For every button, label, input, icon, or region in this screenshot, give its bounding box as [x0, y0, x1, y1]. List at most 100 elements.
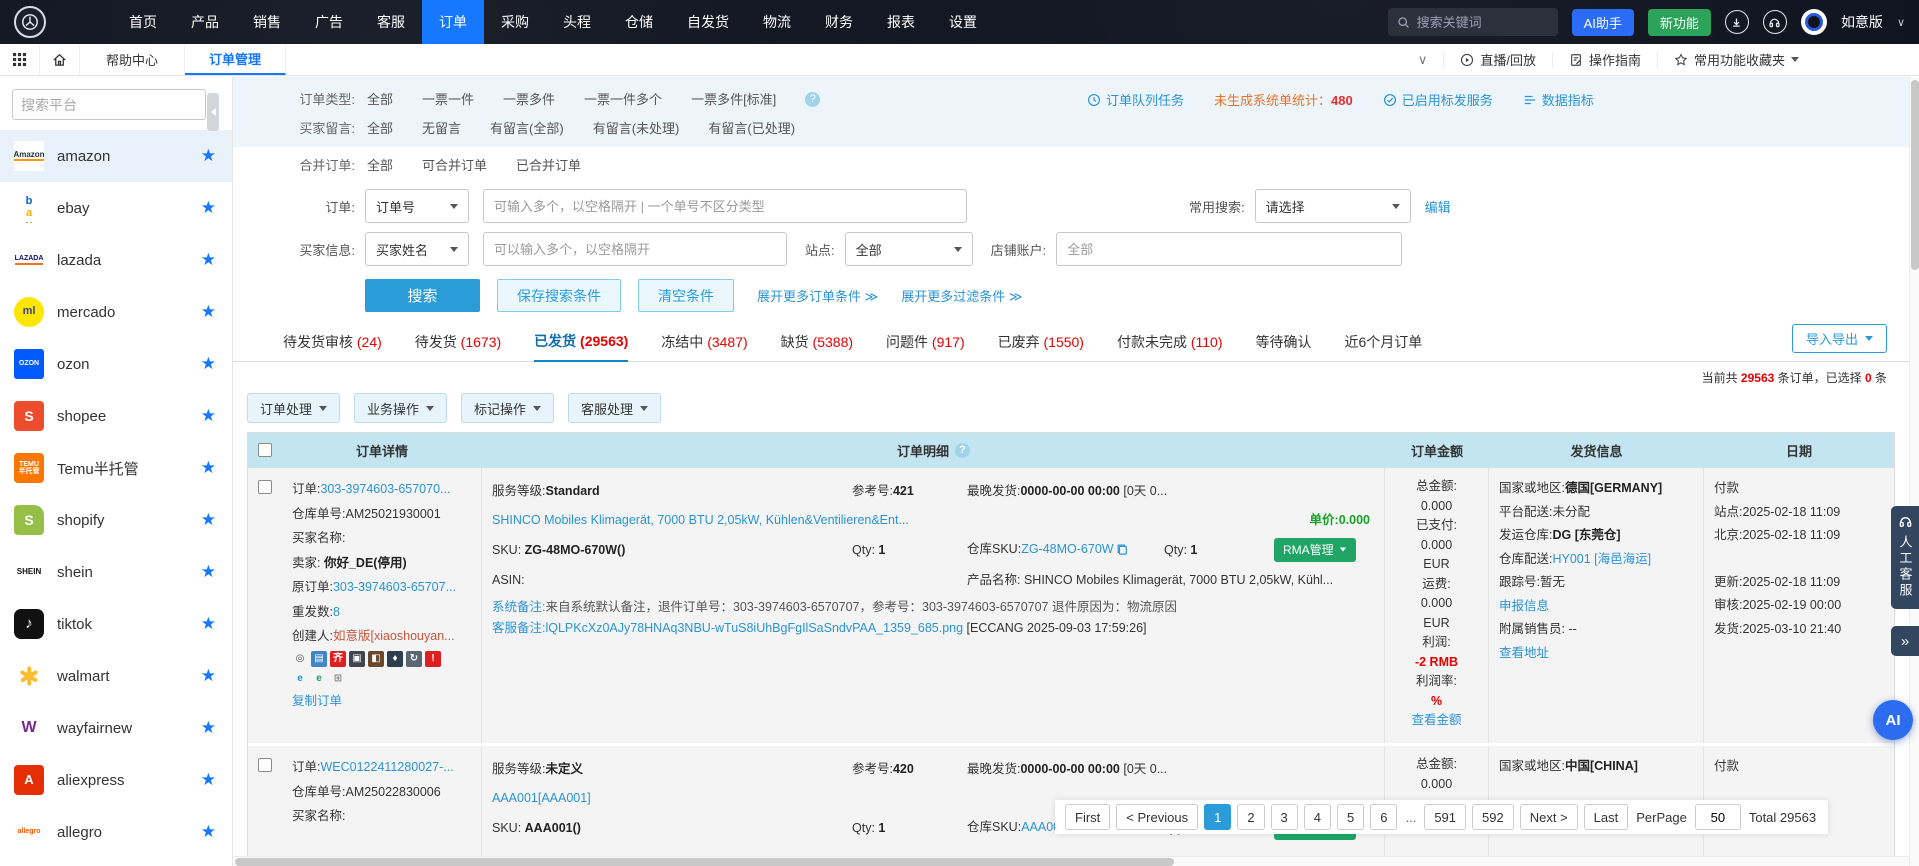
- warehouse-delivery-link[interactable]: HY001 [海邑海运]: [1552, 552, 1651, 566]
- buyer-field-select[interactable]: 买家姓名: [365, 232, 469, 266]
- rma-manage-button[interactable]: RMA管理: [1274, 538, 1356, 562]
- favorite-star-icon[interactable]: ★: [201, 510, 216, 530]
- status-tab-pending-ship[interactable]: 待发货 (1673): [415, 332, 501, 361]
- quick-search-select[interactable]: 请选择: [1255, 189, 1411, 223]
- vertical-scrollbar-thumb[interactable]: [1911, 80, 1919, 270]
- nav-item-sales[interactable]: 销售: [236, 0, 298, 44]
- e-green-icon[interactable]: e: [311, 671, 327, 687]
- favorite-star-icon[interactable]: ★: [201, 770, 216, 790]
- sidebar-item-shein[interactable]: SHEINshein★: [0, 546, 232, 598]
- filter-option[interactable]: 有留言(未处理): [593, 114, 680, 143]
- nav-item-logistics[interactable]: 物流: [746, 0, 808, 44]
- toolbar-business-op-button[interactable]: 业务操作: [354, 393, 447, 423]
- truck-icon[interactable]: ♦: [387, 651, 403, 667]
- sidebar-item-mercado[interactable]: mlmercado★: [0, 286, 232, 338]
- sidebar-item-lazada[interactable]: LAZADAlazada★: [0, 234, 232, 286]
- zoom-icon[interactable]: ◎: [292, 651, 308, 667]
- nav-item-purchase[interactable]: 采购: [484, 0, 546, 44]
- original-order-link[interactable]: 303-3974603-65707...: [333, 580, 456, 594]
- headset-icon[interactable]: [1763, 10, 1787, 34]
- status-tab-out-of-stock[interactable]: 缺货 (5388): [781, 332, 853, 361]
- attachment-link[interactable]: lQLPKcXz0AJy78HNAq3NBU-wTuS8iUhBgFgIlSaS…: [545, 621, 963, 635]
- nav-item-firstleg[interactable]: 头程: [546, 0, 608, 44]
- favorite-star-icon[interactable]: ★: [201, 666, 216, 686]
- order-number-type-select[interactable]: 订单号: [365, 189, 469, 223]
- sidebar-item-allegro[interactable]: allegroallegro★: [0, 806, 232, 858]
- gallery-icon[interactable]: ▤: [311, 651, 327, 667]
- status-tab-awaiting-confirm[interactable]: 等待确认: [1256, 332, 1312, 361]
- filter-option[interactable]: 已合并订单: [516, 151, 581, 180]
- import-export-button[interactable]: 导入导出: [1792, 324, 1887, 353]
- version-chevron-icon[interactable]: ∨: [1897, 16, 1905, 29]
- nav-item-selfship[interactable]: 自发货: [670, 0, 746, 44]
- status-tab-shipped[interactable]: 已发货 (29563): [534, 331, 628, 362]
- page-591-button[interactable]: 591: [1424, 804, 1466, 830]
- select-all-checkbox[interactable]: [258, 443, 272, 457]
- more-order-conditions-link[interactable]: 展开更多订单条件 ≫: [757, 286, 878, 305]
- sidebar-item-tiktok[interactable]: ♪tiktok★: [0, 598, 232, 650]
- favorite-star-icon[interactable]: ★: [201, 406, 216, 426]
- home-icon[interactable]: [40, 44, 80, 75]
- favorite-star-icon[interactable]: ★: [201, 562, 216, 582]
- page-2-button[interactable]: 2: [1237, 804, 1264, 830]
- ai-assistant-button[interactable]: AI助手: [1572, 9, 1634, 36]
- favorite-star-icon[interactable]: ★: [201, 146, 216, 166]
- page-5-button[interactable]: 5: [1337, 804, 1364, 830]
- filter-option[interactable]: 有留言(已处理): [708, 114, 795, 143]
- favorites-menu[interactable]: 常用功能收藏夹: [1657, 52, 1815, 68]
- package-icon[interactable]: ◧: [368, 651, 384, 667]
- copy-icon[interactable]: [1116, 537, 1128, 566]
- sidebar-item-walmart[interactable]: walmart★: [0, 650, 232, 702]
- refresh-icon[interactable]: ↻: [406, 651, 422, 667]
- nav-item-warehouse[interactable]: 仓储: [608, 0, 670, 44]
- filter-option[interactable]: 全部: [367, 114, 393, 143]
- page-592-button[interactable]: 592: [1472, 804, 1514, 830]
- sidebar-collapse-handle[interactable]: [207, 93, 219, 131]
- warehouse-sku-link[interactable]: ZG-48MO-670W: [1021, 542, 1113, 556]
- status-tab-frozen[interactable]: 冻结中 (3487): [661, 332, 747, 361]
- favorite-star-icon[interactable]: ★: [201, 250, 216, 270]
- sidebar-item-temu[interactable]: TEMU半托管Temu半托管★: [0, 442, 232, 494]
- favorite-star-icon[interactable]: ★: [201, 458, 216, 478]
- sidebar-item-ozon[interactable]: OZONozon★: [0, 338, 232, 390]
- filter-option[interactable]: 全部: [367, 85, 393, 114]
- data-metrics-link[interactable]: 数据指标: [1523, 90, 1594, 109]
- nav-item-settings[interactable]: 设置: [932, 0, 994, 44]
- toolbar-service-handle-button[interactable]: 客服处理: [568, 393, 661, 423]
- global-search-box[interactable]: [1388, 8, 1558, 36]
- filter-option[interactable]: 可合并订单: [422, 151, 487, 180]
- status-tab-discarded[interactable]: 已废弃 (1550): [998, 332, 1084, 361]
- order-queue-task-link[interactable]: 订单队列任务: [1087, 90, 1184, 109]
- platform-search-box[interactable]: [12, 89, 206, 120]
- product-title-link[interactable]: AAA001[AAA001]: [492, 791, 591, 805]
- horizontal-scrollbar[interactable]: [233, 856, 1909, 866]
- alert-icon[interactable]: !: [425, 651, 441, 667]
- hot-badge-icon[interactable]: 齐: [330, 651, 346, 667]
- filter-option[interactable]: 全部: [367, 151, 393, 180]
- collapse-chevron-icon[interactable]: ∨: [1402, 52, 1444, 68]
- per-page-input[interactable]: [1695, 804, 1741, 830]
- apps-grid-icon[interactable]: [0, 44, 40, 75]
- filter-option[interactable]: 一票多件: [503, 85, 555, 114]
- help-center-link[interactable]: 帮助中心: [80, 44, 185, 75]
- view-amount-link[interactable]: 查看金额: [1411, 713, 1461, 727]
- platform-search-input[interactable]: [21, 97, 202, 113]
- resend-count-link[interactable]: 8: [333, 605, 340, 619]
- page-6-button[interactable]: 6: [1370, 804, 1397, 830]
- expand-panel-tab[interactable]: »: [1891, 626, 1919, 656]
- status-tab-pending-review[interactable]: 待发货审核 (24): [283, 332, 382, 361]
- filter-option[interactable]: 一票一件: [422, 85, 474, 114]
- version-label[interactable]: 如意版: [1841, 12, 1883, 32]
- view-address-link[interactable]: 查看地址: [1499, 646, 1549, 660]
- page-4-button[interactable]: 4: [1304, 804, 1331, 830]
- favorite-star-icon[interactable]: ★: [201, 354, 216, 374]
- nav-item-service[interactable]: 客服: [360, 0, 422, 44]
- favorite-star-icon[interactable]: ★: [201, 614, 216, 634]
- favorite-star-icon[interactable]: ★: [201, 822, 216, 842]
- toolbar-order-handle-button[interactable]: 订单处理: [247, 393, 340, 423]
- vertical-scrollbar[interactable]: [1909, 77, 1919, 866]
- row-checkbox[interactable]: [258, 480, 272, 494]
- page-next-button[interactable]: Next >: [1520, 804, 1578, 830]
- guide-link[interactable]: 操作指南: [1552, 52, 1657, 68]
- save-search-button[interactable]: 保存搜索条件: [497, 279, 621, 312]
